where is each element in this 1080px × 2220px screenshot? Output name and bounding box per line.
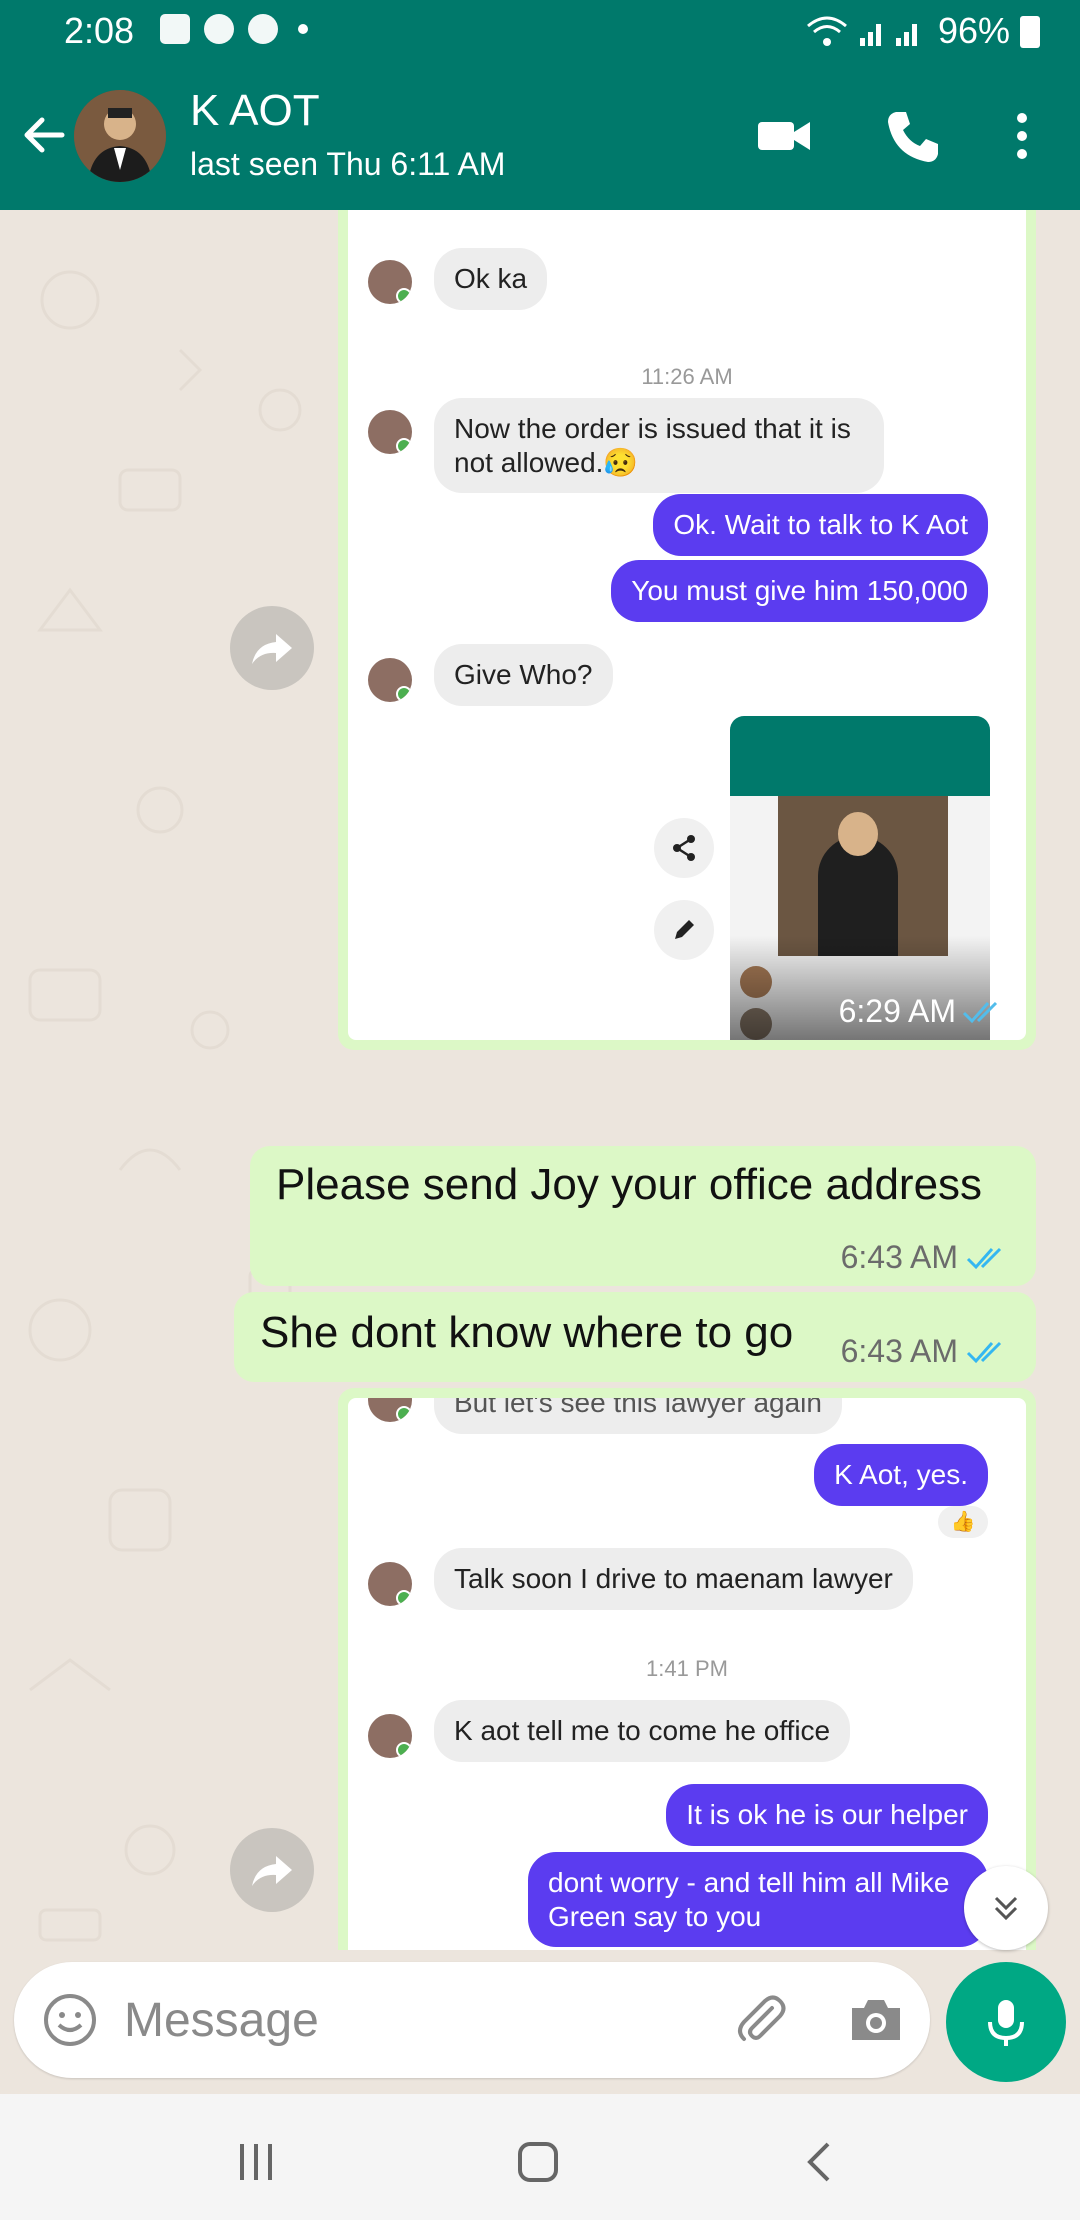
image-time: 6:29 AM <box>838 993 956 1029</box>
voice-call-button[interactable] <box>880 104 944 168</box>
forwarded-screenshot[interactable]: But let's see this lawyer again K Aot, y… <box>348 1398 1026 1950</box>
notification-icons <box>160 14 308 44</box>
outgoing-message: It is ok he is our helper <box>666 1784 988 1846</box>
back-icon[interactable] <box>790 2132 850 2192</box>
line-icon <box>204 14 234 44</box>
back-arrow-icon[interactable] <box>18 110 68 160</box>
outgoing-message: K Aot, yes. <box>814 1444 988 1506</box>
voice-message-button[interactable] <box>946 1962 1066 2082</box>
forwarded-screenshot[interactable]: Ok ka 11:26 AM Now the order is issued t… <box>348 210 1026 1040</box>
double-chevron-down-icon <box>994 1896 1018 1921</box>
read-ticks-icon <box>966 1341 1002 1363</box>
outgoing-message-bubble[interactable]: Please send Joy your office address 6:43… <box>250 1146 1036 1286</box>
time-divider: 11:26 AM <box>641 364 733 389</box>
outgoing-message: Ok. Wait to talk to K Aot <box>653 494 988 556</box>
image-timestamp: 6:29 AM <box>839 993 1008 1030</box>
pencil-icon <box>675 920 694 939</box>
sender-avatar <box>368 1562 412 1606</box>
home-icon[interactable] <box>508 2132 568 2192</box>
incoming-message-partial: But let's see this lawyer again <box>434 1398 842 1434</box>
message-input[interactable] <box>124 1990 684 2050</box>
forward-icon <box>252 1856 292 1886</box>
chat-header: K AOT last seen Thu 6:11 AM <box>0 64 1080 210</box>
image-message[interactable]: But let's see this lawyer again K Aot, y… <box>338 1388 1036 1950</box>
microphone-icon <box>988 2000 1024 2046</box>
more-options-button[interactable] <box>990 104 1054 168</box>
overflow-menu-icon <box>1017 113 1027 159</box>
incoming-message: Talk soon I drive to maenam lawyer <box>434 1548 913 1610</box>
paperclip-icon[interactable] <box>730 1988 792 2050</box>
wifi-icon <box>806 16 847 46</box>
forward-icon <box>252 634 292 664</box>
sender-avatar <box>368 658 412 702</box>
thumbs-up-reaction: 👍 <box>938 1506 988 1538</box>
video-camera-icon <box>758 122 810 150</box>
share-icon <box>673 835 695 861</box>
incoming-message: Now the order is issued that it is not a… <box>434 398 884 494</box>
chat-area[interactable]: Ok ka 11:26 AM Now the order is issued t… <box>0 210 1080 1950</box>
contact-name[interactable]: K AOT <box>190 86 320 136</box>
outgoing-message: You must give him 150,000 <box>611 560 988 622</box>
battery-percent: 96% <box>937 10 1010 51</box>
phone-icon <box>888 112 938 162</box>
sender-avatar <box>368 1714 412 1758</box>
image-message[interactable]: Ok ka 11:26 AM Now the order is issued t… <box>338 210 1036 1050</box>
gallery-icon <box>160 14 190 44</box>
emoji-icon[interactable] <box>40 1990 100 2050</box>
forward-button[interactable] <box>230 1828 314 1912</box>
message-meta: 6:43 AM <box>841 1333 1012 1370</box>
message-time: 6:43 AM <box>840 1333 958 1369</box>
read-ticks-icon <box>962 1001 998 1023</box>
last-seen-status[interactable]: last seen Thu 6:11 AM <box>190 146 505 183</box>
incoming-message: Ok ka <box>434 248 548 310</box>
sender-avatar <box>368 260 412 304</box>
contact-avatar[interactable] <box>74 90 166 182</box>
battery-icon <box>1020 16 1040 48</box>
recent-apps-icon[interactable] <box>226 2132 286 2192</box>
outgoing-message: dont worry - and tell him all Mike Green… <box>528 1852 988 1948</box>
message-composer <box>14 1962 930 2078</box>
sender-avatar <box>368 1398 412 1422</box>
incoming-message: K aot tell me to come he office <box>434 1700 851 1762</box>
status-time: 2:08 <box>64 10 135 51</box>
scroll-to-bottom-button[interactable] <box>964 1866 1048 1950</box>
message-text: She dont know where to go <box>260 1308 794 1357</box>
cloud-icon <box>248 14 278 44</box>
more-notifications-dot <box>298 24 308 34</box>
outgoing-message-bubble[interactable]: She dont know where to go 6:43 AM <box>234 1292 1036 1382</box>
signal-icon <box>859 24 917 46</box>
read-ticks-icon <box>966 1247 1002 1269</box>
nested-screenshot-thumbnail[interactable] <box>730 716 990 1040</box>
forward-button[interactable] <box>230 606 314 690</box>
system-indicators: 96% <box>806 10 1010 52</box>
video-call-button[interactable] <box>752 104 816 168</box>
system-navigation-bar <box>0 2094 1080 2220</box>
edit-button[interactable] <box>654 900 714 960</box>
message-time: 6:43 AM <box>840 1239 958 1275</box>
time-divider: 1:41 PM <box>646 1656 728 1681</box>
sender-avatar <box>368 410 412 454</box>
incoming-message: Give Who? <box>434 644 613 706</box>
share-button[interactable] <box>654 818 714 878</box>
camera-icon[interactable] <box>846 1990 906 2050</box>
message-text: Please send Joy your office address <box>276 1160 983 1209</box>
message-meta: 6:43 AM <box>841 1239 1012 1276</box>
status-bar: 2:08 96% <box>0 0 1080 64</box>
